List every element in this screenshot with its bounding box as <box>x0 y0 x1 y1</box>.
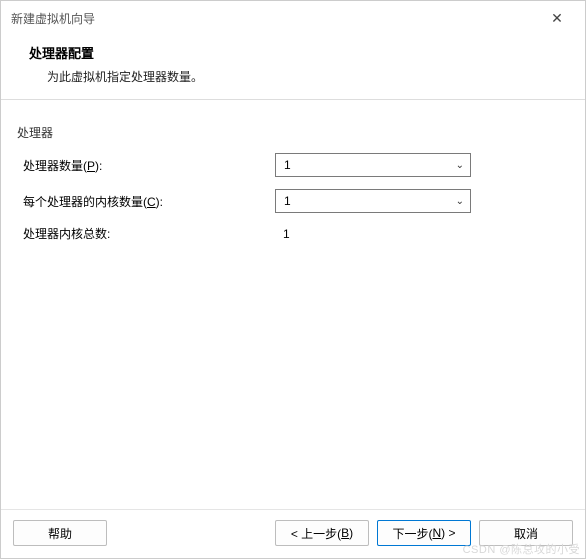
cores-per-processor-value: 1 <box>284 194 291 208</box>
close-icon: ✕ <box>551 10 563 27</box>
wizard-header: 处理器配置 为此虚拟机指定处理器数量。 <box>1 35 585 100</box>
close-button[interactable]: ✕ <box>539 7 575 29</box>
label-processor-count: 处理器数量(P): <box>23 157 275 174</box>
processor-count-select[interactable]: 1 ⌄ <box>275 153 471 177</box>
total-cores-value: 1 <box>275 227 290 241</box>
titlebar: 新建虚拟机向导 ✕ <box>1 1 585 35</box>
row-cores-per-processor: 每个处理器的内核数量(C): 1 ⌄ <box>15 183 571 219</box>
group-label: 处理器 <box>15 124 57 147</box>
wizard-body: 处理器 处理器数量(P): 1 ⌄ 每个处理器的内核数量(C): 1 ⌄ <box>1 100 585 509</box>
page-description: 为此虚拟机指定处理器数量。 <box>29 68 557 85</box>
label-total-cores: 处理器内核总数: <box>23 225 275 242</box>
row-total-cores: 处理器内核总数: 1 <box>15 219 571 248</box>
cancel-button[interactable]: 取消 <box>479 520 573 546</box>
wizard-footer: 帮助 < 上一步(B) 下一步(N) > 取消 <box>1 509 585 558</box>
back-button[interactable]: < 上一步(B) <box>275 520 369 546</box>
page-title: 处理器配置 <box>29 43 557 62</box>
window-title: 新建虚拟机向导 <box>11 10 95 27</box>
chevron-down-icon: ⌄ <box>456 160 464 171</box>
processor-count-value: 1 <box>284 158 291 172</box>
label-cores-per-processor: 每个处理器的内核数量(C): <box>23 193 275 210</box>
group-divider <box>63 132 567 133</box>
wizard-dialog: 新建虚拟机向导 ✕ 处理器配置 为此虚拟机指定处理器数量。 处理器 处理器数量(… <box>0 0 586 559</box>
processor-group: 处理器 处理器数量(P): 1 ⌄ 每个处理器的内核数量(C): 1 ⌄ <box>15 114 571 248</box>
chevron-down-icon: ⌄ <box>456 196 464 207</box>
cores-per-processor-select[interactable]: 1 ⌄ <box>275 189 471 213</box>
row-processor-count: 处理器数量(P): 1 ⌄ <box>15 147 571 183</box>
help-button[interactable]: 帮助 <box>13 520 107 546</box>
next-button[interactable]: 下一步(N) > <box>377 520 471 546</box>
